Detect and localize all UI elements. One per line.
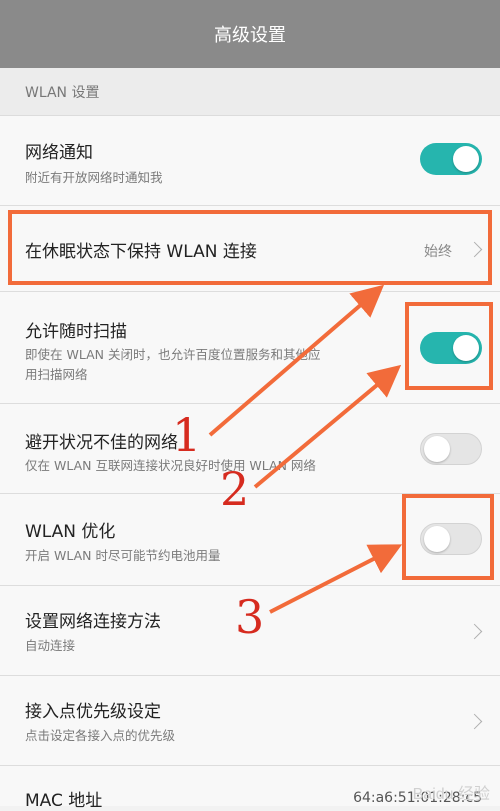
arrow-3	[269, 544, 403, 614]
annotation-number-1: 1	[172, 408, 202, 462]
arrow-1	[208, 284, 385, 437]
annotation-number-3: 3	[235, 590, 265, 644]
annotation-number-2: 2	[220, 462, 250, 516]
annotation-arrows	[208, 284, 403, 614]
arrow-2	[253, 364, 402, 489]
watermark: Baidu 经验	[412, 786, 490, 803]
